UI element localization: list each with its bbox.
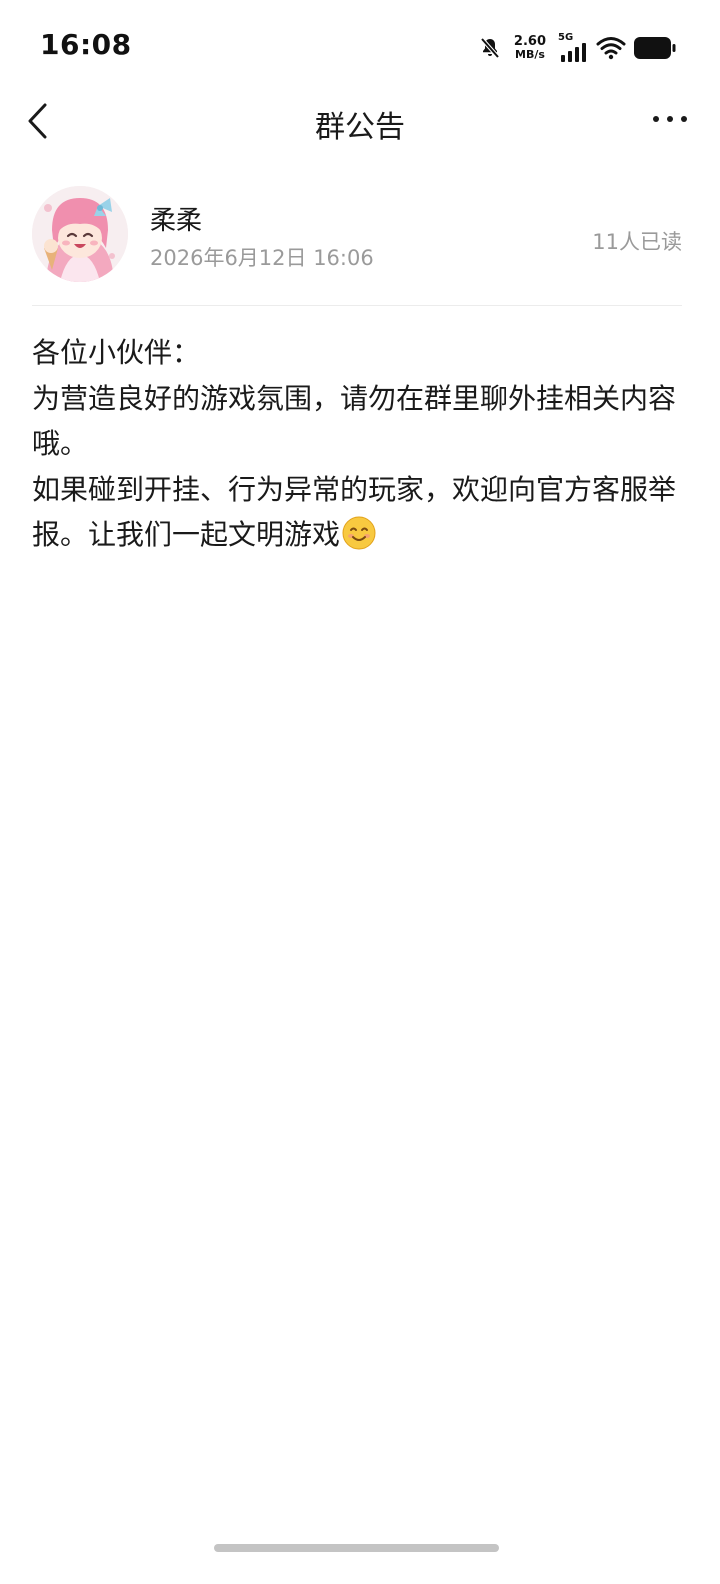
smiling-face-icon (342, 516, 376, 550)
announcement-header: 柔柔 2026年6月12日 16:06 11人已读 (32, 186, 682, 286)
read-count[interactable]: 11人已读 (592, 226, 682, 256)
announcement-line-text: 各位小伙伴： (32, 336, 201, 369)
network-speed: 2.60 MB/s (514, 35, 546, 61)
announcement-line-text: 为营造良好的游戏氛围，请勿在群里聊外挂相关内容哦。 (32, 381, 677, 461)
author-name[interactable]: 柔柔 (150, 200, 202, 237)
announcement-line: 为营造良好的游戏氛围，请勿在群里聊外挂相关内容哦。 (32, 376, 692, 467)
more-options-button[interactable] (650, 104, 690, 134)
divider (32, 305, 682, 306)
page-title: 群公告 (315, 110, 405, 145)
network-speed-value: 2.60 (513, 34, 546, 49)
network-speed-unit: MB/s (515, 48, 545, 61)
announcement-line: 各位小伙伴： (32, 330, 692, 376)
post-timestamp: 2026年6月12日 16:06 (150, 246, 374, 270)
status-bar: 16:08 2.60 MB/s 5G (0, 0, 720, 96)
announcement-line: 如果碰到开挂、行为异常的玩家，欢迎向官方客服举报。让我们一起文明游戏 (32, 467, 692, 558)
announcement-content: 各位小伙伴： 为营造良好的游戏氛围，请勿在群里聊外挂相关内容哦。 如果碰到开挂、… (32, 330, 692, 558)
anime-girl-avatar-icon (32, 186, 128, 282)
battery-icon (634, 37, 676, 59)
cellular-signal: 5G (558, 32, 588, 62)
signal-icon (561, 43, 586, 62)
status-icons: 2.60 MB/s 5G (478, 30, 676, 66)
home-indicator[interactable] (214, 1544, 499, 1552)
bell-muted-icon (480, 37, 500, 59)
status-time: 16:08 (40, 28, 132, 61)
wifi-icon (596, 37, 626, 60)
avatar[interactable] (32, 186, 128, 282)
title-bar: 群公告 (0, 96, 720, 146)
more-dots-icon (653, 116, 687, 122)
